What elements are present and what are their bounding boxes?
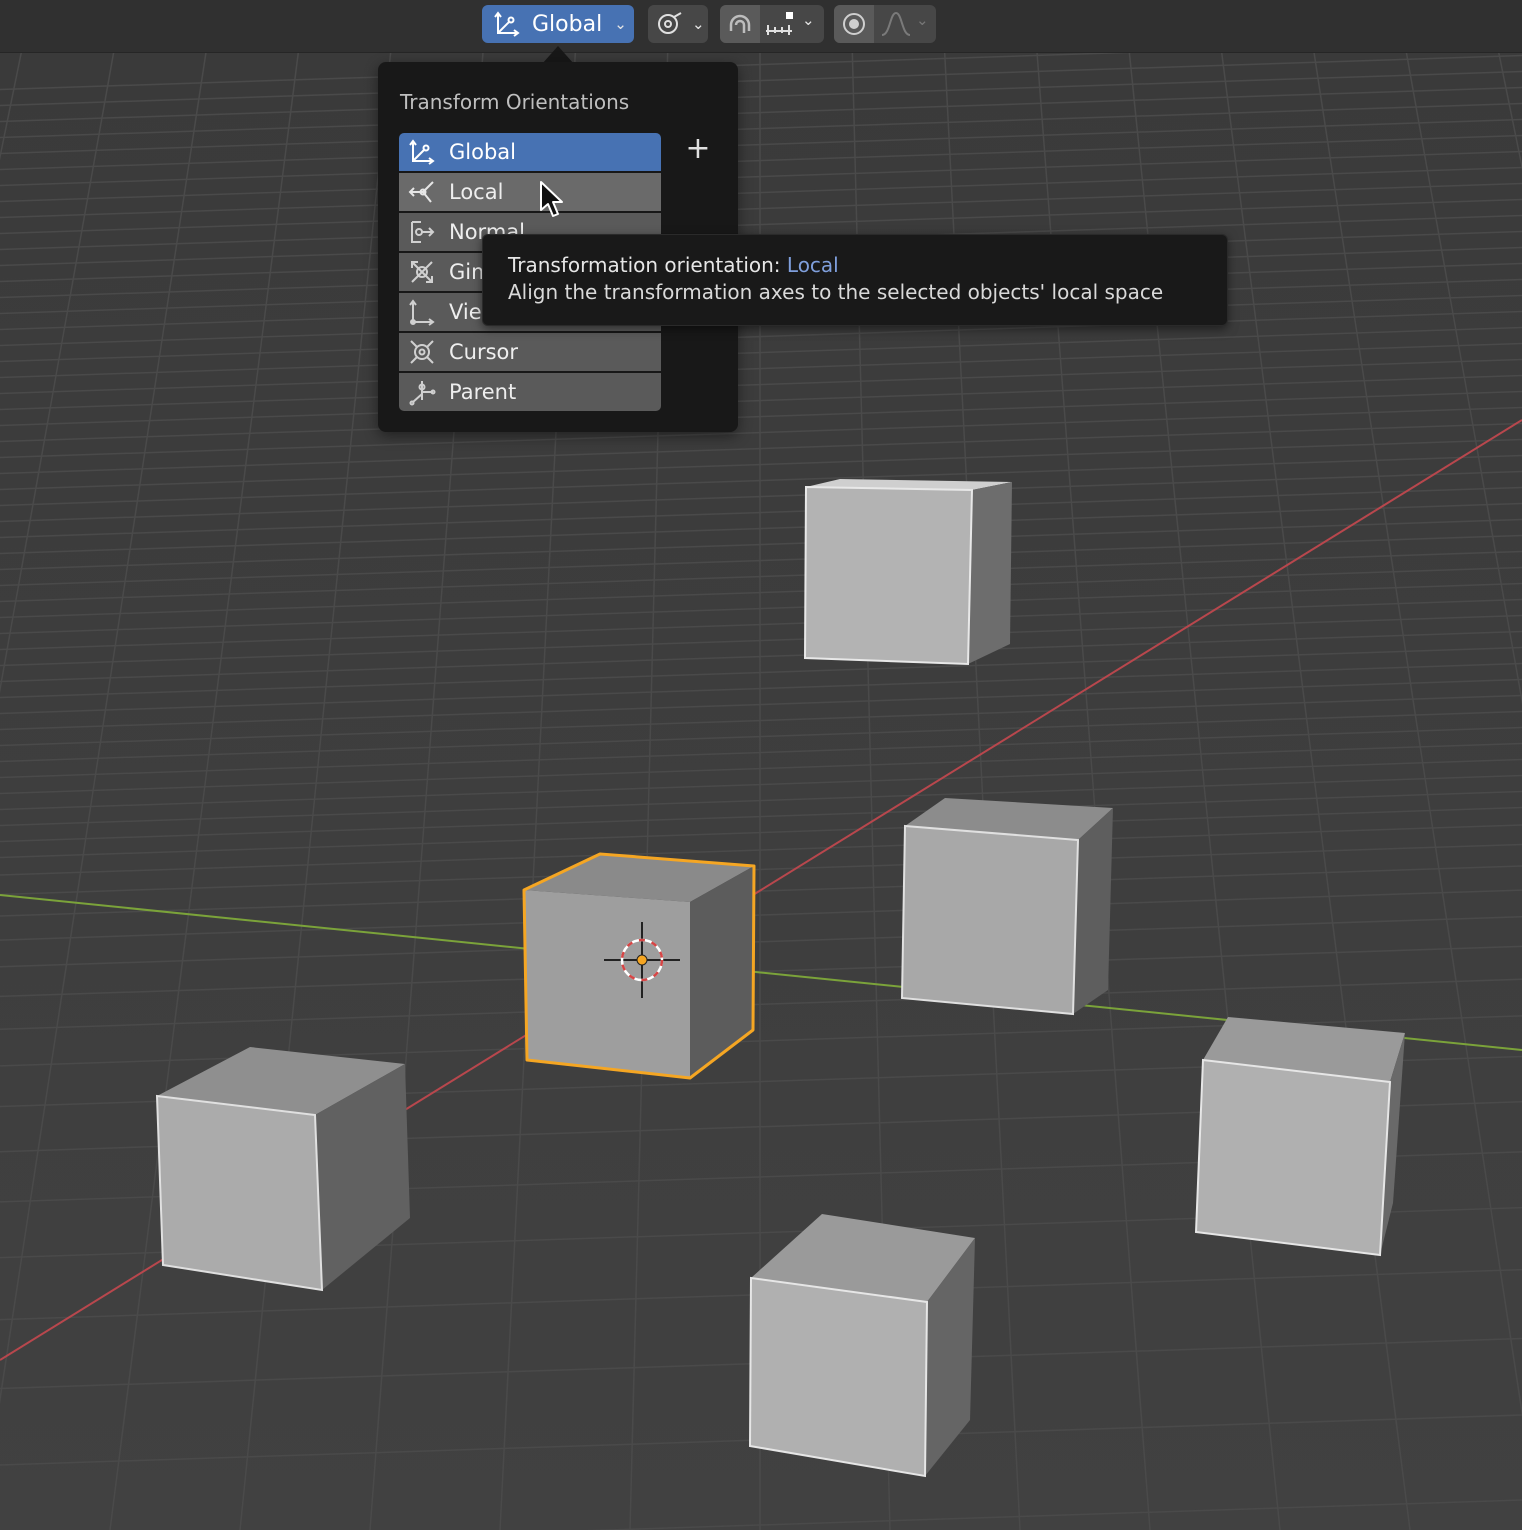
menu-item-label: Parent — [449, 380, 517, 404]
proportional-editing-group: ⌄ — [834, 5, 936, 43]
cube-back[interactable] — [803, 479, 1012, 666]
orientation-global-icon — [492, 9, 522, 39]
proportional-editing-icon — [839, 9, 869, 39]
menu-title: Transform Orientations — [400, 90, 630, 114]
chevron-down-icon[interactable]: ⌄ — [916, 11, 929, 29]
snap-toggle[interactable] — [720, 5, 760, 43]
tooltip-value: Local — [786, 253, 839, 277]
orientation-gimbal-icon — [405, 257, 439, 287]
falloff-curve-icon[interactable] — [880, 9, 912, 39]
tooltip-description: Align the transformation axes to the sel… — [508, 280, 1164, 304]
tooltip-prefix: Transformation orientation: — [508, 253, 787, 277]
cube-bottom-center[interactable] — [748, 1214, 975, 1478]
menu-item-label: Cursor — [449, 340, 519, 364]
orientation-label: Global — [532, 11, 603, 37]
transform-orientation-dropdown[interactable]: Global ⌄ — [482, 5, 634, 43]
orientation-normal-icon — [405, 217, 439, 247]
snapping-group: ⌄ — [720, 5, 824, 43]
tooltip-title: Transformation orientation: Local — [508, 253, 839, 277]
orientation-cursor-icon — [405, 337, 439, 367]
snap-increment-icon[interactable] — [764, 9, 796, 39]
menu-item-cursor[interactable]: Cursor — [399, 333, 661, 371]
menu-item-parent[interactable]: Parent — [399, 373, 661, 411]
3d-viewport[interactable] — [0, 0, 1522, 1530]
pivot-point-icon — [654, 9, 686, 39]
menu-item-label: Global — [449, 140, 516, 164]
tooltip: Transformation orientation: Local Align … — [482, 234, 1228, 326]
orientation-local-icon — [405, 177, 439, 207]
orientation-view-icon — [405, 297, 439, 327]
menu-item-label: Local — [449, 180, 504, 204]
add-orientation-button[interactable]: + — [684, 134, 712, 164]
chevron-down-icon: ⌄ — [614, 15, 627, 33]
orientation-global-icon — [405, 137, 439, 167]
cube-right-front[interactable] — [1194, 1017, 1405, 1257]
cube-selected[interactable] — [522, 852, 756, 1080]
menu-item-global[interactable]: Global — [399, 133, 661, 171]
cube-right-middle[interactable] — [900, 798, 1113, 1016]
proportional-editing-toggle[interactable] — [834, 5, 874, 43]
viewport-header: Global ⌄ ⌄ ⌄ ⌄ — [0, 0, 1522, 53]
orientation-parent-icon — [405, 377, 439, 407]
menu-item-local[interactable]: Local — [399, 173, 661, 211]
mouse-pointer-icon — [540, 181, 563, 217]
chevron-down-icon: ⌄ — [692, 15, 705, 33]
chevron-down-icon[interactable]: ⌄ — [802, 11, 815, 29]
pivot-point-dropdown[interactable]: ⌄ — [648, 5, 708, 43]
snap-magnet-icon — [725, 9, 755, 39]
